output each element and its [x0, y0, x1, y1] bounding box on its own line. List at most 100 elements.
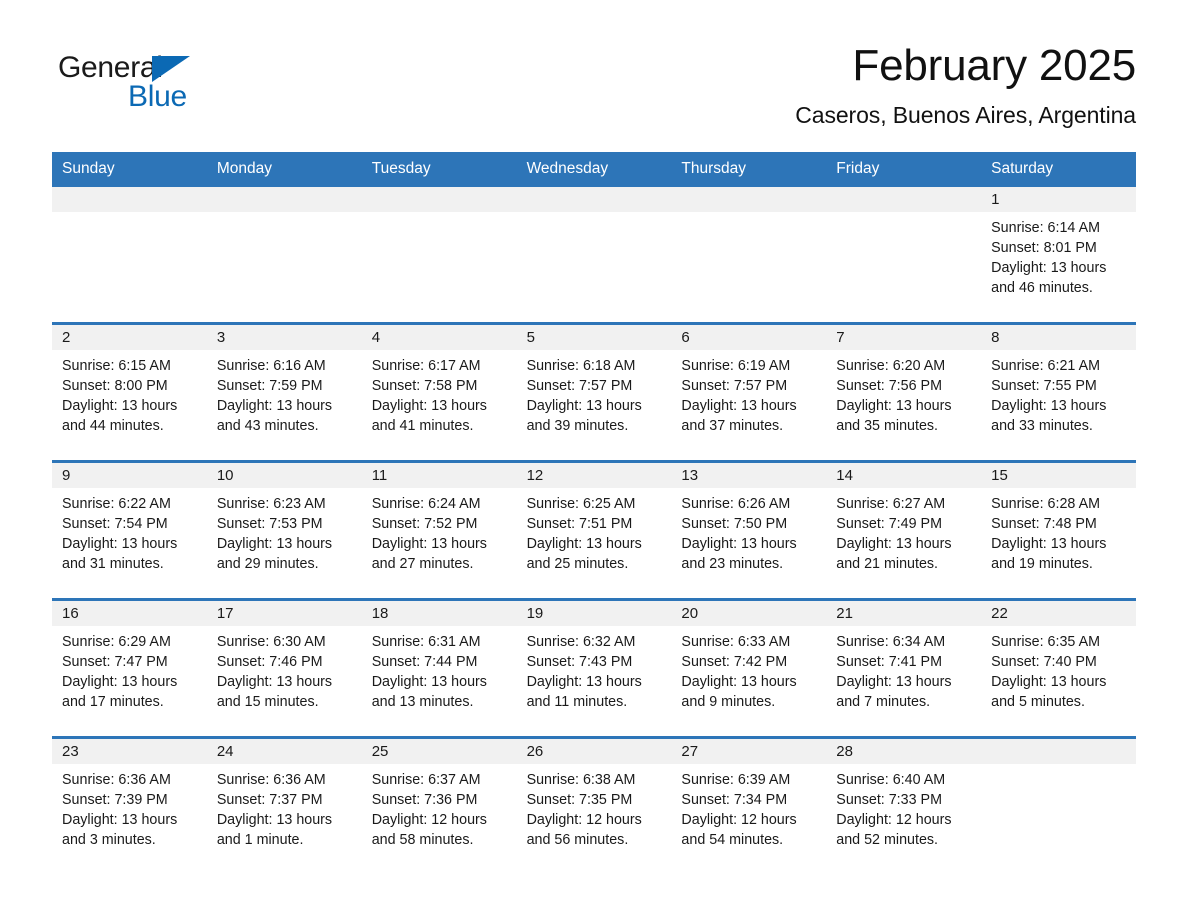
- calendar-day-cell[interactable]: 27 Sunrise: 6:39 AM Sunset: 7:34 PM Dayligh…: [671, 738, 827, 874]
- day-number: [981, 738, 1136, 764]
- day-number: [671, 186, 827, 212]
- day-details: Sunrise: 6:37 AM Sunset: 7:36 PM Daylight:…: [362, 764, 517, 850]
- day-number: 12: [516, 462, 672, 488]
- calendar-day-cell[interactable]: 26 Sunrise: 6:38 AM Sunset: 7:35 PM Dayligh…: [516, 738, 672, 874]
- sunset-text: Sunset: 7:46 PM: [216, 653, 323, 670]
- sunset-text: Sunset: 7:44 PM: [371, 653, 478, 670]
- calendar-day-cell[interactable]: 8 Sunrise: 6:21 AM Sunset: 7:55 PM Daylight…: [981, 324, 1136, 460]
- calendar-day-cell[interactable]: 7 Sunrise: 6:20 AM Sunset: 7:56 PM Daylight…: [826, 324, 982, 460]
- day-details: Sunrise: 6:36 AM Sunset: 7:37 PM Daylight:…: [207, 764, 362, 850]
- daylight-text: Daylight: 13 hours and 27 minutes.: [371, 535, 487, 572]
- calendar-day-cell[interactable]: 14 Sunrise: 6:27 AM Sunset: 7:49 PM Dayligh…: [826, 462, 982, 598]
- calendar-day-cell[interactable]: 2 Sunrise: 6:15 AM Sunset: 8:00 PM Daylight…: [52, 324, 207, 460]
- calendar-day-cell[interactable]: 22 Sunrise: 6:35 AM Sunset: 7:40 PM Dayligh…: [981, 600, 1136, 736]
- calendar-day-cell[interactable]: 25 Sunrise: 6:37 AM Sunset: 7:36 PM Dayligh…: [361, 738, 517, 874]
- sunset-text: Sunset: 7:58 PM: [371, 377, 478, 394]
- day-number: [516, 186, 672, 212]
- weekday-header-saturday: Saturday: [991, 160, 1054, 177]
- day-details: Sunrise: 6:35 AM Sunset: 7:40 PM Daylight:…: [981, 626, 1136, 712]
- day-number: 28: [826, 738, 982, 764]
- calendar-day-cell[interactable]: 13 Sunrise: 6:26 AM Sunset: 7:50 PM Dayligh…: [671, 462, 827, 598]
- daylight-text: Daylight: 13 hours and 33 minutes.: [991, 397, 1107, 434]
- sunrise-text: Sunrise: 6:40 AM: [836, 771, 946, 788]
- calendar-day-cell-empty: [516, 186, 672, 322]
- day-number: 4: [361, 324, 517, 350]
- sunset-text: Sunset: 7:59 PM: [216, 377, 323, 394]
- calendar-day-cell[interactable]: 3 Sunrise: 6:16 AM Sunset: 7:59 PM Daylight…: [206, 324, 362, 460]
- day-number: 8: [981, 324, 1136, 350]
- calendar-day-cell[interactable]: 21 Sunrise: 6:34 AM Sunset: 7:41 PM Dayligh…: [826, 600, 982, 736]
- calendar-day-cell[interactable]: 9 Sunrise: 6:22 AM Sunset: 7:54 PM Daylight…: [52, 462, 207, 598]
- day-number: 15: [981, 462, 1136, 488]
- general-blue-logo[interactable]: General Blue: [52, 44, 232, 114]
- day-number: 14: [826, 462, 982, 488]
- calendar-day-cell[interactable]: 1 Sunrise: 6:14 AM Sunset: 8:01 PM Daylight…: [981, 186, 1136, 322]
- sunset-text: Sunset: 7:50 PM: [681, 515, 788, 532]
- day-number: [826, 186, 982, 212]
- day-number: 2: [52, 324, 207, 350]
- calendar-day-cell[interactable]: 24 Sunrise: 6:36 AM Sunset: 7:37 PM Dayligh…: [206, 738, 362, 874]
- calendar-day-cell[interactable]: 28 Sunrise: 6:40 AM Sunset: 7:33 PM Dayligh…: [826, 738, 982, 874]
- sunset-text: Sunset: 7:51 PM: [526, 515, 633, 532]
- calendar-page: General Blue February 2025 Caseros, Buen…: [0, 0, 1188, 918]
- calendar-day-cell[interactable]: 16 Sunrise: 6:29 AM Sunset: 7:47 PM Dayligh…: [52, 600, 207, 736]
- day-number: 23: [52, 738, 207, 764]
- calendar-day-cell[interactable]: 5 Sunrise: 6:18 AM Sunset: 7:57 PM Daylight…: [516, 324, 672, 460]
- title-block: February 2025 Caseros, Buenos Aires, Arg…: [232, 44, 1136, 129]
- daylight-text: Daylight: 13 hours and 1 minute.: [216, 811, 333, 848]
- day-details: Sunrise: 6:16 AM Sunset: 7:59 PM Daylight:…: [207, 350, 362, 436]
- day-number: 1: [981, 186, 1136, 212]
- calendar-day-cell[interactable]: 12 Sunrise: 6:25 AM Sunset: 7:51 PM Dayligh…: [516, 462, 672, 598]
- weekday-header-thursday: Thursday: [681, 160, 747, 177]
- daylight-text: Daylight: 13 hours and 46 minutes.: [991, 259, 1107, 296]
- calendar-day-cell[interactable]: 18 Sunrise: 6:31 AM Sunset: 7:44 PM Dayligh…: [361, 600, 517, 736]
- sunrise-text: Sunrise: 6:31 AM: [371, 633, 481, 650]
- day-number: 5: [516, 324, 672, 350]
- day-number: 27: [671, 738, 827, 764]
- calendar-day-cell[interactable]: 20 Sunrise: 6:33 AM Sunset: 7:42 PM Dayligh…: [671, 600, 827, 736]
- day-number: 20: [671, 600, 827, 626]
- calendar-day-cell[interactable]: 15 Sunrise: 6:28 AM Sunset: 7:48 PM Dayligh…: [981, 462, 1136, 598]
- logo-text-blue: Blue: [128, 80, 187, 113]
- sunrise-text: Sunrise: 6:36 AM: [216, 771, 326, 788]
- day-details: Sunrise: 6:32 AM Sunset: 7:43 PM Daylight:…: [517, 626, 672, 712]
- daylight-text: Daylight: 13 hours and 17 minutes.: [62, 673, 178, 710]
- calendar-day-cell[interactable]: 10 Sunrise: 6:23 AM Sunset: 7:53 PM Dayligh…: [206, 462, 362, 598]
- triangle-icon: [152, 56, 190, 82]
- sunset-text: Sunset: 7:35 PM: [526, 791, 633, 808]
- calendar-day-cell[interactable]: 17 Sunrise: 6:30 AM Sunset: 7:46 PM Dayligh…: [206, 600, 362, 736]
- calendar-day-cell[interactable]: 19 Sunrise: 6:32 AM Sunset: 7:43 PM Dayligh…: [516, 600, 672, 736]
- day-number: 13: [671, 462, 827, 488]
- calendar-day-cell[interactable]: 11 Sunrise: 6:24 AM Sunset: 7:52 PM Dayligh…: [361, 462, 517, 598]
- sunrise-text: Sunrise: 6:33 AM: [681, 633, 791, 650]
- day-number: 16: [52, 600, 207, 626]
- sunrise-text: Sunrise: 6:14 AM: [991, 219, 1101, 236]
- day-number: 17: [206, 600, 362, 626]
- day-details: Sunrise: 6:38 AM Sunset: 7:35 PM Daylight:…: [517, 764, 672, 850]
- daylight-text: Daylight: 12 hours and 52 minutes.: [836, 811, 952, 848]
- day-number: 19: [516, 600, 672, 626]
- sunset-text: Sunset: 7:34 PM: [681, 791, 788, 808]
- day-details: Sunrise: 6:28 AM Sunset: 7:48 PM Daylight:…: [981, 488, 1136, 574]
- sunrise-text: Sunrise: 6:23 AM: [216, 495, 326, 512]
- day-details: Sunrise: 6:20 AM Sunset: 7:56 PM Daylight:…: [826, 350, 981, 436]
- calendar-day-cell[interactable]: 4 Sunrise: 6:17 AM Sunset: 7:58 PM Daylight…: [361, 324, 517, 460]
- calendar-day-cell[interactable]: 23 Sunrise: 6:36 AM Sunset: 7:39 PM Dayligh…: [52, 738, 207, 874]
- calendar-week-row: 2 Sunrise: 6:15 AM Sunset: 8:00 PM Daylight…: [52, 321, 1136, 460]
- calendar-day-cell[interactable]: 6 Sunrise: 6:19 AM Sunset: 7:57 PM Daylight…: [671, 324, 827, 460]
- sunset-text: Sunset: 7:42 PM: [681, 653, 788, 670]
- day-details: Sunrise: 6:40 AM Sunset: 7:33 PM Daylight:…: [826, 764, 981, 850]
- daylight-text: Daylight: 13 hours and 39 minutes.: [526, 397, 642, 434]
- calendar-day-cell-empty: [206, 186, 362, 322]
- day-details: Sunrise: 6:31 AM Sunset: 7:44 PM Daylight:…: [362, 626, 517, 712]
- sunrise-text: Sunrise: 6:34 AM: [836, 633, 946, 650]
- daylight-text: Daylight: 13 hours and 41 minutes.: [371, 397, 487, 434]
- sunrise-text: Sunrise: 6:37 AM: [371, 771, 481, 788]
- day-number: 24: [206, 738, 362, 764]
- day-number: 25: [361, 738, 517, 764]
- sunset-text: Sunset: 7:40 PM: [991, 653, 1097, 670]
- daylight-text: Daylight: 13 hours and 37 minutes.: [681, 397, 797, 434]
- sunset-text: Sunset: 7:43 PM: [526, 653, 633, 670]
- daylight-text: Daylight: 13 hours and 7 minutes.: [836, 673, 952, 710]
- day-details: Sunrise: 6:23 AM Sunset: 7:53 PM Daylight:…: [207, 488, 362, 574]
